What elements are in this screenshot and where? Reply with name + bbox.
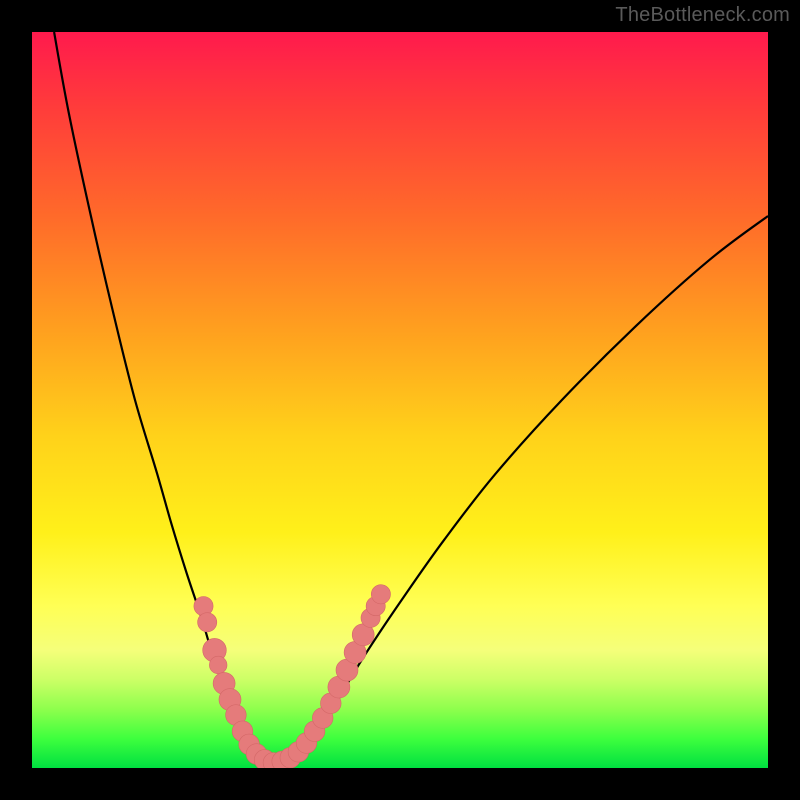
bottleneck-curve — [54, 32, 768, 764]
chart-frame: TheBottleneck.com — [0, 0, 800, 800]
sample-dot — [209, 656, 227, 674]
sample-dots — [194, 585, 391, 768]
sample-dot — [371, 585, 390, 604]
curve-svg — [32, 32, 768, 768]
sample-dot — [194, 597, 213, 616]
sample-dot — [198, 613, 217, 632]
plot-area — [32, 32, 768, 768]
watermark-text: TheBottleneck.com — [615, 4, 790, 27]
